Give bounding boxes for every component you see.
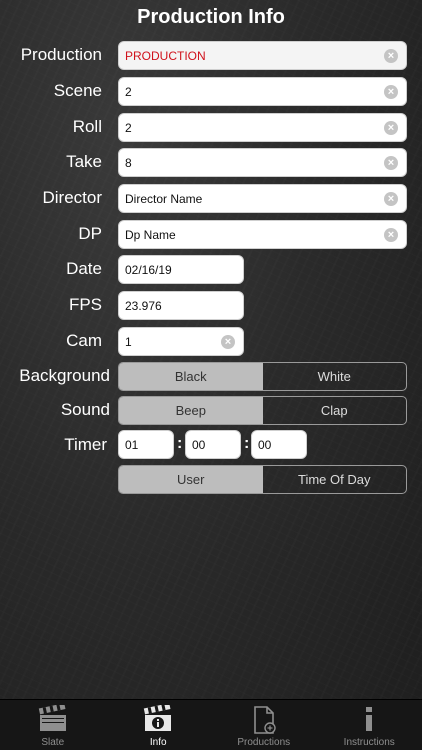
cam-input[interactable] (125, 328, 215, 355)
timer-mode-user[interactable]: User (119, 466, 263, 493)
clear-icon[interactable]: × (384, 85, 398, 99)
clapperboard-icon (38, 703, 68, 738)
director-input[interactable] (125, 185, 378, 212)
take-field[interactable]: × (118, 148, 407, 177)
tab-slate-label: Slate (41, 737, 65, 748)
clear-icon[interactable]: × (221, 335, 235, 349)
clear-icon[interactable]: × (384, 192, 398, 206)
sound-option-beep[interactable]: Beep (119, 397, 263, 424)
clear-icon[interactable]: × (384, 121, 398, 135)
document-add-icon (249, 705, 279, 740)
tab-instructions[interactable]: Instructions (317, 700, 422, 750)
timer-separator: : (244, 435, 250, 452)
timer-seconds-input[interactable] (258, 431, 278, 458)
tab-slate[interactable]: Slate (0, 700, 106, 750)
roll-input[interactable] (125, 114, 378, 141)
clapperboard-info-icon (143, 703, 173, 738)
dp-input[interactable] (125, 221, 378, 248)
background-option-black[interactable]: Black (119, 363, 263, 390)
tab-instructions-label: Instructions (343, 737, 395, 748)
timer-mode-time-of-day[interactable]: Time Of Day (263, 466, 407, 493)
date-label: Date (66, 259, 102, 278)
scene-label: Scene (53, 81, 102, 100)
cam-label: Cam (66, 331, 102, 350)
clear-icon[interactable]: × (384, 156, 398, 170)
production-label: Production (20, 45, 102, 64)
date-field[interactable] (118, 255, 244, 284)
sound-option-clap[interactable]: Clap (263, 397, 407, 424)
tab-productions[interactable]: Productions (211, 700, 317, 750)
sound-segmented-control[interactable]: Beep Clap (118, 396, 407, 425)
tab-productions-label: Productions (237, 737, 291, 748)
take-input[interactable] (125, 149, 378, 176)
timer-hours-field[interactable] (118, 430, 174, 459)
timer-mode-segmented-control[interactable]: User Time Of Day (118, 465, 407, 494)
timer-separator: : (177, 435, 183, 452)
info-icon (359, 705, 379, 738)
director-field[interactable]: × (118, 184, 407, 213)
roll-label: Roll (72, 117, 102, 136)
fps-input[interactable] (125, 292, 215, 319)
fps-label: FPS (68, 295, 102, 314)
clear-icon[interactable]: × (384, 228, 398, 242)
page-title: Production Info (137, 6, 285, 28)
tab-info-label: Info (149, 737, 167, 748)
production-input[interactable] (125, 42, 378, 69)
timer-minutes-field[interactable] (185, 430, 241, 459)
background-label: Background (19, 366, 110, 385)
timer-minutes-input[interactable] (192, 431, 212, 458)
timer-hours-input[interactable] (125, 431, 145, 458)
dp-field[interactable]: × (118, 220, 407, 249)
sound-label: Sound (60, 400, 110, 419)
cam-field[interactable]: × (118, 327, 244, 356)
background-option-white[interactable]: White (263, 363, 407, 390)
director-label: Director (42, 188, 102, 207)
production-field[interactable]: × (118, 41, 407, 70)
timer-seconds-field[interactable] (251, 430, 307, 459)
timer-label: Timer (64, 435, 107, 454)
date-input[interactable] (125, 256, 215, 283)
roll-field[interactable]: × (118, 113, 407, 142)
fps-field[interactable] (118, 291, 244, 320)
tab-info[interactable]: Info (106, 700, 212, 750)
dp-label: DP (78, 224, 102, 243)
background-segmented-control[interactable]: Black White (118, 362, 407, 391)
scene-field[interactable]: × (118, 77, 407, 106)
take-label: Take (66, 152, 102, 171)
scene-input[interactable] (125, 78, 378, 105)
tab-bar: Slate Info Productions Instructions (0, 699, 422, 750)
clear-icon[interactable]: × (384, 49, 398, 63)
